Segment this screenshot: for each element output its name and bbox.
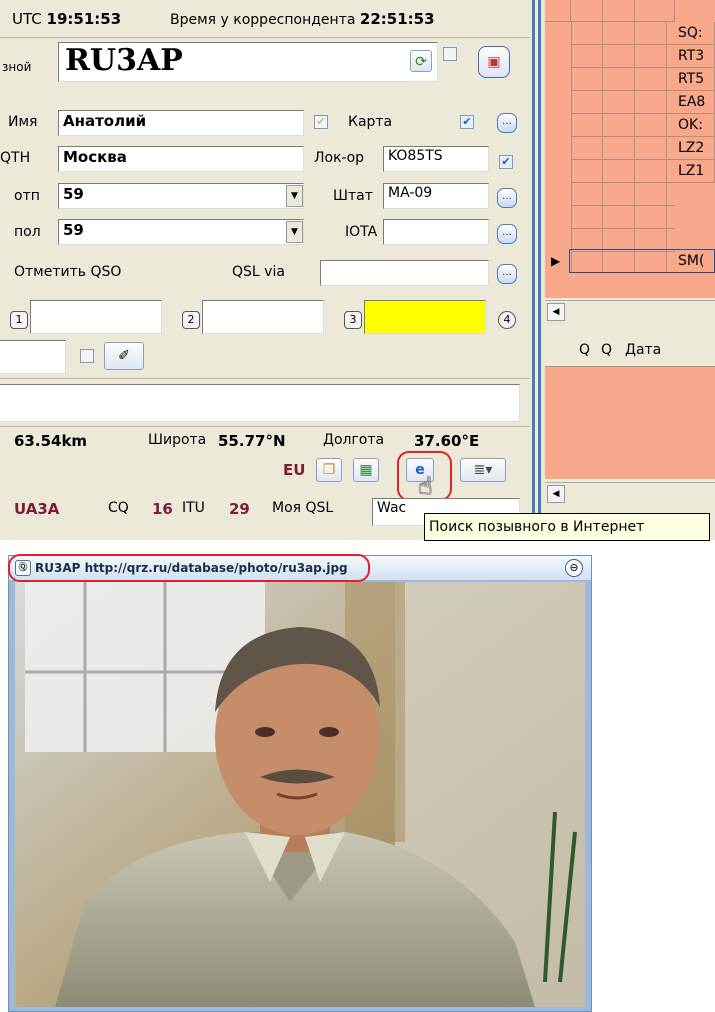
qsl-grid-scrollbar[interactable]: ◀ [545,482,715,505]
qsl-via-label: QSL via [232,264,285,280]
grid-cell: SQ: [675,22,715,45]
map-disabled-checkbox: ✔ [314,115,328,129]
row-indicator-column [545,22,572,273]
utc-label: UTC [12,10,42,28]
slot-2-input[interactable] [202,300,324,334]
state-input[interactable]: MA-09 [383,183,489,209]
correspondent-time-label: Время у корреспондента [170,12,356,28]
grid-horizontal-scrollbar[interactable]: ◀ [545,300,715,323]
map-more-button[interactable]: … [497,113,517,133]
itu-value: 29 [229,500,250,518]
operator-photo [15,582,585,1007]
iota-label: IOTA [345,224,378,240]
longitude-value: 37.60°E [414,432,480,450]
correspondent-time: 22:51:53 [359,10,435,28]
vertical-splitter[interactable] [530,0,545,540]
state-more-button[interactable]: … [497,188,517,208]
notes-menu-button[interactable]: ≣▾ [460,458,506,482]
correspondent-clock: Время у корреспондента 22:51:53 [170,10,435,28]
internet-search-tooltip: Поиск позывного в Интернет [424,513,710,541]
logger-window: UTC 19:51:53 Время у корреспондента 22:5… [0,0,715,540]
rst-sent-select[interactable]: 59 [58,183,304,209]
locator-input[interactable]: KO85TS [383,146,489,172]
copy-icon[interactable]: ❐ [316,458,342,482]
chevron-down-icon[interactable]: ▼ [286,221,303,243]
qsl-via-more-button[interactable]: … [497,264,517,284]
callsign-label: зной [2,60,32,74]
slot-3-input[interactable] [364,300,486,334]
cq-value: 16 [152,500,173,518]
chevron-down-icon[interactable]: ▼ [286,185,303,207]
rst-rcvd-label: пол [14,224,41,240]
callsign-lock-checkbox[interactable] [443,47,457,61]
qsl-grid-header: Q Q Дата [545,336,715,367]
grid-rows-lines [571,22,675,273]
grid-cell: OK: [675,114,715,137]
qth-input[interactable]: Москва [58,146,304,172]
qsl-grid-body [545,367,715,479]
map-label: Карта [348,114,393,130]
eraser-icon[interactable]: ✐ [104,342,144,370]
current-row-arrow-icon: ▶ [551,254,561,268]
iota-more-button[interactable]: … [497,224,517,244]
state-label: Штат [333,188,373,204]
grid-cell: LZ2 [675,137,715,160]
latitude-value: 55.77°N [218,432,286,450]
slot-4-button[interactable]: 4 [498,311,516,329]
qsl-via-input[interactable] [320,260,489,286]
comment-input[interactable] [0,340,66,374]
slot-1-button[interactable]: 1 [10,311,28,329]
qso-form-panel: UTC 19:51:53 Время у корреспондента 22:5… [0,0,530,540]
save-icon[interactable]: ▣ [478,46,510,78]
notes-input[interactable] [0,384,520,422]
log-grid: SQ: RT3 RT5 EA8 OK: LZ2 LZ1 SM( ▶ ◀ Q Q … [545,0,715,540]
column-header-date[interactable]: Дата [625,342,661,358]
cursor-pointer-icon: ☝ [418,472,433,500]
utc-time: 19:51:53 [46,10,122,28]
iota-input[interactable] [383,219,489,245]
rst-sent-label: отп [14,188,40,204]
latitude-label: Широта [148,432,207,448]
locator-checkbox[interactable]: ✔ [499,155,513,169]
cq-label: CQ [108,500,129,516]
distance-value: 63.54km [14,432,88,450]
slot-3-button[interactable]: 3 [344,311,362,329]
scroll-left-icon[interactable]: ◀ [547,485,565,503]
scroll-left-icon[interactable]: ◀ [547,303,565,321]
name-label: Имя [8,114,38,130]
longitude-label: Долгота [323,432,385,448]
title-highlight-ring [8,554,370,582]
map-icon[interactable]: ▦ [353,458,379,482]
itu-label: ITU [182,500,205,516]
slot-2-button[interactable]: 2 [182,311,200,329]
column-header-q1[interactable]: Q [579,342,590,358]
mark-qso-label[interactable]: Отметить QSO [14,264,121,280]
my-qsl-label: Моя QSL [272,500,334,516]
callsign-input[interactable]: RU3AP [58,42,438,82]
map-checkbox[interactable]: ✔ [460,115,474,129]
grid-cell: EA8 [675,91,715,114]
slot-1-input[interactable] [30,300,162,334]
current-row-frame [569,249,715,273]
rst-rcvd-select[interactable]: 59 [58,219,304,245]
grid-cell: LZ1 [675,160,715,183]
prefix-value: UA3A [14,500,60,518]
photo-window: Ⓠ RU3AP http://qrz.ru/database/photo/ru3… [8,554,592,1012]
column-header-q2[interactable]: Q [601,342,612,358]
grid-cell: RT3 [675,45,715,68]
name-input[interactable]: Анатолий [58,110,304,136]
continent-value: EU [283,461,306,479]
utc-clock: UTC 19:51:53 [12,10,121,28]
refresh-icon[interactable]: ⟳ [410,50,432,72]
qth-label: QTH [0,150,31,166]
locator-label: Лок-ор [314,150,365,166]
grid-cell: RT5 [675,68,715,91]
comment-checkbox[interactable] [80,349,94,363]
collapse-icon[interactable]: ⊖ [565,559,583,577]
